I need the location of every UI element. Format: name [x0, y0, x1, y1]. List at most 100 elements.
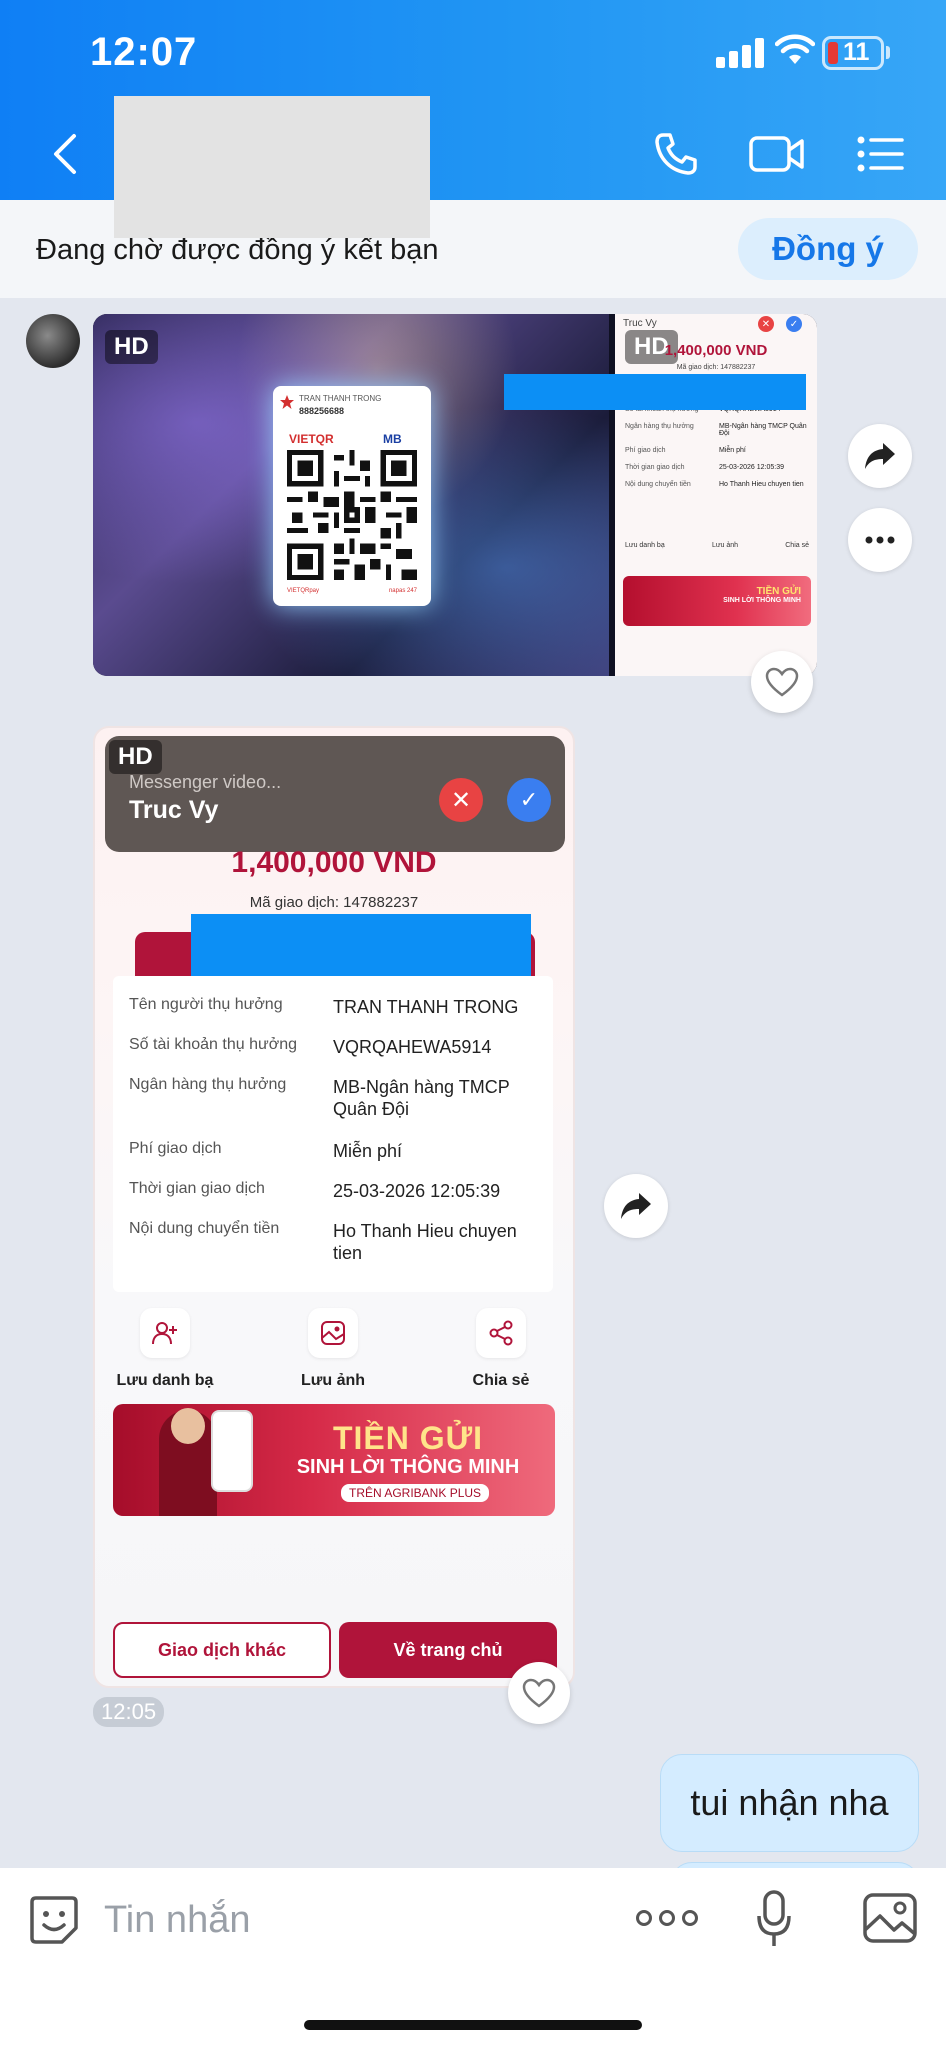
- thumb-title: Truc Vy: [623, 318, 657, 329]
- share-label: Chia sẻ: [472, 1372, 530, 1389]
- thumb-banner-line1: TIỀN GỬI: [756, 586, 801, 597]
- notification-title: Truc Vy: [129, 796, 219, 824]
- save-image-icon: [308, 1308, 358, 1358]
- share-arrow-icon: [621, 1193, 651, 1219]
- accept-friend-button[interactable]: Đồng ý: [738, 218, 918, 280]
- other-transaction-button: Giao dịch khác: [113, 1622, 331, 1678]
- message-timestamp: 12:05: [93, 1697, 165, 1727]
- qr-account-name: TRAN THANH TRONG: [299, 394, 382, 403]
- qr-footer-left: VIETQRpay: [287, 588, 320, 594]
- status-time: 12:07: [90, 30, 198, 74]
- thumb-txid: Mã giao dịch: 147882237: [676, 364, 756, 371]
- microphone-icon[interactable]: [756, 1890, 792, 1948]
- save-contact-label: Lưu danh bạ: [116, 1372, 214, 1389]
- save-image-action: Lưu ảnh: [273, 1308, 393, 1390]
- save-image-label: Lưu ảnh: [300, 1372, 366, 1389]
- vietqr-logo: VIETQR: [289, 432, 334, 446]
- banner-title: TIỀN GỬI: [332, 1420, 484, 1456]
- thumb-decline-icon: ✕: [758, 316, 774, 332]
- share-button[interactable]: [848, 424, 912, 488]
- notification-app: Messenger video...: [129, 772, 282, 792]
- video-call-button[interactable]: [744, 124, 810, 184]
- chevron-left-icon: [54, 134, 76, 174]
- receipt-image-message[interactable]: HD Messenger video... Truc Vy ✕ ✓ 1,400,…: [93, 726, 575, 1688]
- decline-call-icon: ✕: [439, 778, 483, 822]
- thumb-row: Phí giao dịch Miễn phí: [625, 447, 746, 454]
- wifi-icon: [775, 34, 815, 64]
- redacted-contact-name[interactable]: [114, 96, 430, 238]
- detail-label: Thời gian giao dịch: [129, 1180, 265, 1197]
- heart-icon: [765, 667, 799, 697]
- thumb-row: Ngân hàng thụ hưởng MB-Ngân hàng TMCP Quâ…: [625, 423, 807, 437]
- thumb-row: Thời gian giao dịch 25-03-2026 12:05:39: [625, 464, 784, 471]
- receipt-actions: Lưu danh bạ Lưu ảnh Chia sẻ: [95, 1308, 573, 1408]
- list-menu-icon: [857, 136, 904, 172]
- qr-account-number: 888256688: [299, 406, 345, 416]
- share-arrow-icon: [865, 443, 895, 469]
- receipt-thumbnail[interactable]: Truc Vy HD 1,400,000 VND Mã giao dịch: 1…: [615, 314, 817, 676]
- more-dots-icon: [865, 536, 895, 544]
- detail-label: Nội dung chuyển tiền: [129, 1220, 280, 1237]
- battery-level: 11: [843, 38, 870, 66]
- signal-icon: [716, 38, 764, 68]
- detail-row: Tên người thụ hưởng TRAN THANH TRONG: [129, 996, 549, 1018]
- more-options-button[interactable]: [848, 508, 912, 572]
- detail-row: Ngân hàng thụ hưởng MB-Ngân hàng TMCP Qu…: [129, 1076, 549, 1120]
- qr-card: TRAN THANH TRONG 888256688 VIETQR MB VIE…: [273, 386, 431, 606]
- thumb-action: Chia sẻ: [785, 542, 809, 549]
- hd-badge: HD: [105, 330, 158, 364]
- share-button-2[interactable]: [604, 1174, 668, 1238]
- transfer-amount: 1,400,000 VND: [231, 846, 437, 879]
- detail-label: Tên người thụ hưởng: [129, 996, 283, 1013]
- transfer-details: Tên người thụ hưởng TRAN THANH TRONG Số …: [113, 976, 553, 1292]
- promo-banner: TIỀN GỬI SINH LỜI THÔNG MINH TRÊN AGRIBA…: [113, 1404, 555, 1516]
- banner-subtitle: SINH LỜI THÔNG MINH: [296, 1456, 520, 1478]
- menu-button[interactable]: [852, 124, 908, 184]
- react-button[interactable]: [751, 651, 813, 713]
- transaction-id: Mã giao dịch: 147882237: [249, 894, 419, 911]
- detail-row: Phí giao dịch Miễn phí: [129, 1140, 549, 1162]
- qr-photo[interactable]: HD TRAN THANH TRONG 888256688 VIETQR MB: [93, 314, 609, 676]
- qr-footer: VIETQRpay napas 247: [287, 588, 417, 594]
- thumb-accept-icon: ✓: [786, 316, 802, 332]
- detail-row: Nội dung chuyển tiền Ho Thanh Hieu chuye…: [129, 1220, 549, 1264]
- battery-tip: [886, 46, 890, 59]
- message-input[interactable]: [104, 1888, 584, 1952]
- video-camera-icon: [749, 136, 804, 172]
- share-nodes-icon: [476, 1308, 526, 1358]
- detail-label: Phí giao dịch: [129, 1140, 222, 1157]
- detail-value: VQRQAHEWA5914: [333, 1037, 492, 1057]
- qr-footer-right: napas 247: [388, 588, 417, 594]
- contact-avatar[interactable]: [26, 314, 80, 368]
- media-message-images[interactable]: HD TRAN THANH TRONG 888256688 VIETQR MB: [93, 314, 817, 676]
- battery-icon: 11: [822, 36, 884, 70]
- image-gallery-icon[interactable]: [862, 1892, 918, 1944]
- thumb-row: Nội dung chuyển tiền Ho Thanh Hieu chuyen…: [625, 481, 804, 488]
- thumb-banner-line2: SINH LỜI THÔNG MINH: [723, 597, 801, 604]
- thumb-amount: 1,400,000 VND: [664, 342, 768, 359]
- star-logo-icon: [280, 395, 294, 409]
- thumb-details: Số tài khoản thụ hưởngVQRQAHEWA5914 Ngân…: [625, 406, 809, 498]
- friend-request-text: Đang chờ được đồng ý kết bạn: [36, 234, 439, 266]
- home-indicator: [304, 2020, 642, 2030]
- redacted-info-bar: [504, 374, 806, 410]
- back-button[interactable]: [40, 124, 90, 184]
- call-notification: HD Messenger video... Truc Vy ✕ ✓: [105, 736, 565, 852]
- share-action: Chia sẻ: [441, 1308, 561, 1390]
- call-button[interactable]: [646, 124, 706, 184]
- banner-brand: TRÊN AGRIBANK PLUS: [341, 1484, 490, 1502]
- more-options-icon[interactable]: [636, 1898, 698, 1938]
- banner-phone-icon: [211, 1410, 253, 1492]
- detail-row: Thời gian giao dịch 25-03-2026 12:05:39: [129, 1180, 549, 1202]
- save-contact-action: Lưu danh bạ: [105, 1308, 225, 1390]
- thumb-banner: TIỀN GỬI SINH LỜI THÔNG MINH: [623, 576, 811, 626]
- detail-value: 25-03-2026 12:05:39: [333, 1181, 501, 1201]
- phone-icon: [655, 133, 697, 175]
- react-button-2[interactable]: [508, 1662, 570, 1724]
- detail-value: MB-Ngân hàng TMCP Quân Đội: [333, 1077, 510, 1119]
- sticker-emoji-icon[interactable]: [28, 1894, 80, 1946]
- accept-call-icon: ✓: [507, 778, 551, 822]
- detail-label: Ngân hàng thụ hưởng: [129, 1076, 287, 1093]
- heart-icon: [522, 1678, 556, 1708]
- sent-message[interactable]: tui nhận nha: [660, 1754, 919, 1852]
